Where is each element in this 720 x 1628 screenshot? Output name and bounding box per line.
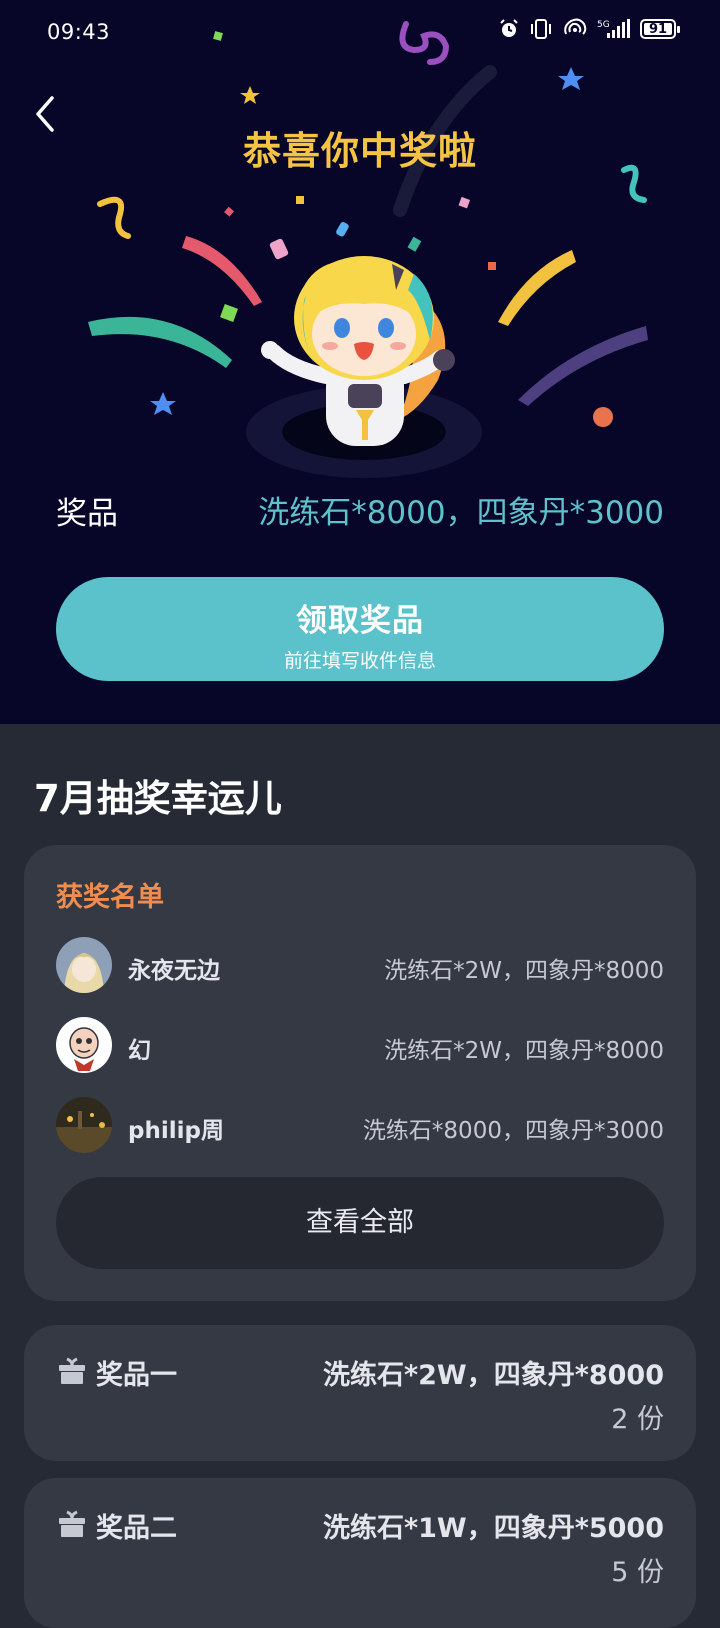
claim-button-label: 领取奖品: [296, 603, 424, 639]
gift-icon: [59, 1357, 85, 1384]
section-title: 7月抽奖幸运儿: [34, 777, 282, 820]
prize-value: 洗练石*8000，四象丹*3000: [258, 495, 664, 531]
prize-count: 5 份: [611, 1557, 664, 1588]
avatar: [56, 1097, 112, 1153]
avatar: [56, 1017, 112, 1073]
vibrate-icon: [531, 19, 551, 39]
winner-row: philip周 洗练石*8000，四象丹*3000: [56, 1097, 664, 1155]
svg-text:5G: 5G: [597, 20, 610, 30]
winner-name: 永夜无边: [128, 958, 220, 984]
page-title: 恭喜你中奖啦: [242, 129, 477, 173]
winners-card: 获奖名单 永夜无边 洗练石*2W，四象丹*8000 幻 洗练石*2W，四象丹*8…: [24, 845, 696, 1301]
prize-label: 奖品: [56, 496, 118, 532]
prize-name: 奖品一: [96, 1360, 177, 1391]
winner-row: 永夜无边 洗练石*2W，四象丹*8000: [56, 937, 664, 995]
status-bar: 09:43 5G 91: [0, 0, 720, 66]
winners-list-title: 获奖名单: [56, 882, 164, 913]
signal-icon: 5G: [597, 19, 630, 38]
prize-name: 奖品二: [96, 1513, 177, 1544]
winner-name: philip周: [128, 1118, 224, 1144]
claim-prize-button[interactable]: 领取奖品 前往填写收件信息: [56, 577, 664, 681]
prize-description: 洗练石*2W，四象丹*8000: [323, 1360, 664, 1391]
winner-name: 幻: [128, 1038, 151, 1064]
prize-card: 奖品一 洗练石*2W，四象丹*8000 2 份: [24, 1325, 696, 1461]
winner-reward: 洗练石*8000，四象丹*3000: [362, 1118, 664, 1144]
battery-level: 91: [648, 21, 668, 37]
claim-button-sublabel: 前往填写收件信息: [283, 650, 436, 672]
winner-reward: 洗练石*2W，四象丹*8000: [384, 1038, 664, 1064]
status-time: 09:43: [47, 20, 111, 44]
hotspot-icon: [564, 18, 587, 35]
hero-section: 09:43 5G 91 恭喜你中奖啦 奖品 洗练石*8000，四象丹*3000 …: [0, 0, 720, 724]
prize-count: 2 份: [611, 1404, 664, 1435]
winner-row: 幻 洗练石*2W，四象丹*8000: [56, 1017, 664, 1075]
avatar: [56, 937, 112, 993]
battery-icon: 91: [640, 19, 680, 39]
view-all-button[interactable]: 查看全部: [56, 1177, 664, 1269]
prize-description: 洗练石*1W，四象丹*5000: [323, 1513, 664, 1544]
prize-card: 奖品二 洗练石*1W，四象丹*5000 5 份: [24, 1478, 696, 1628]
gift-icon: [59, 1510, 85, 1537]
alarm-icon: [500, 19, 518, 37]
winner-reward: 洗练石*2W，四象丹*8000: [384, 958, 664, 984]
